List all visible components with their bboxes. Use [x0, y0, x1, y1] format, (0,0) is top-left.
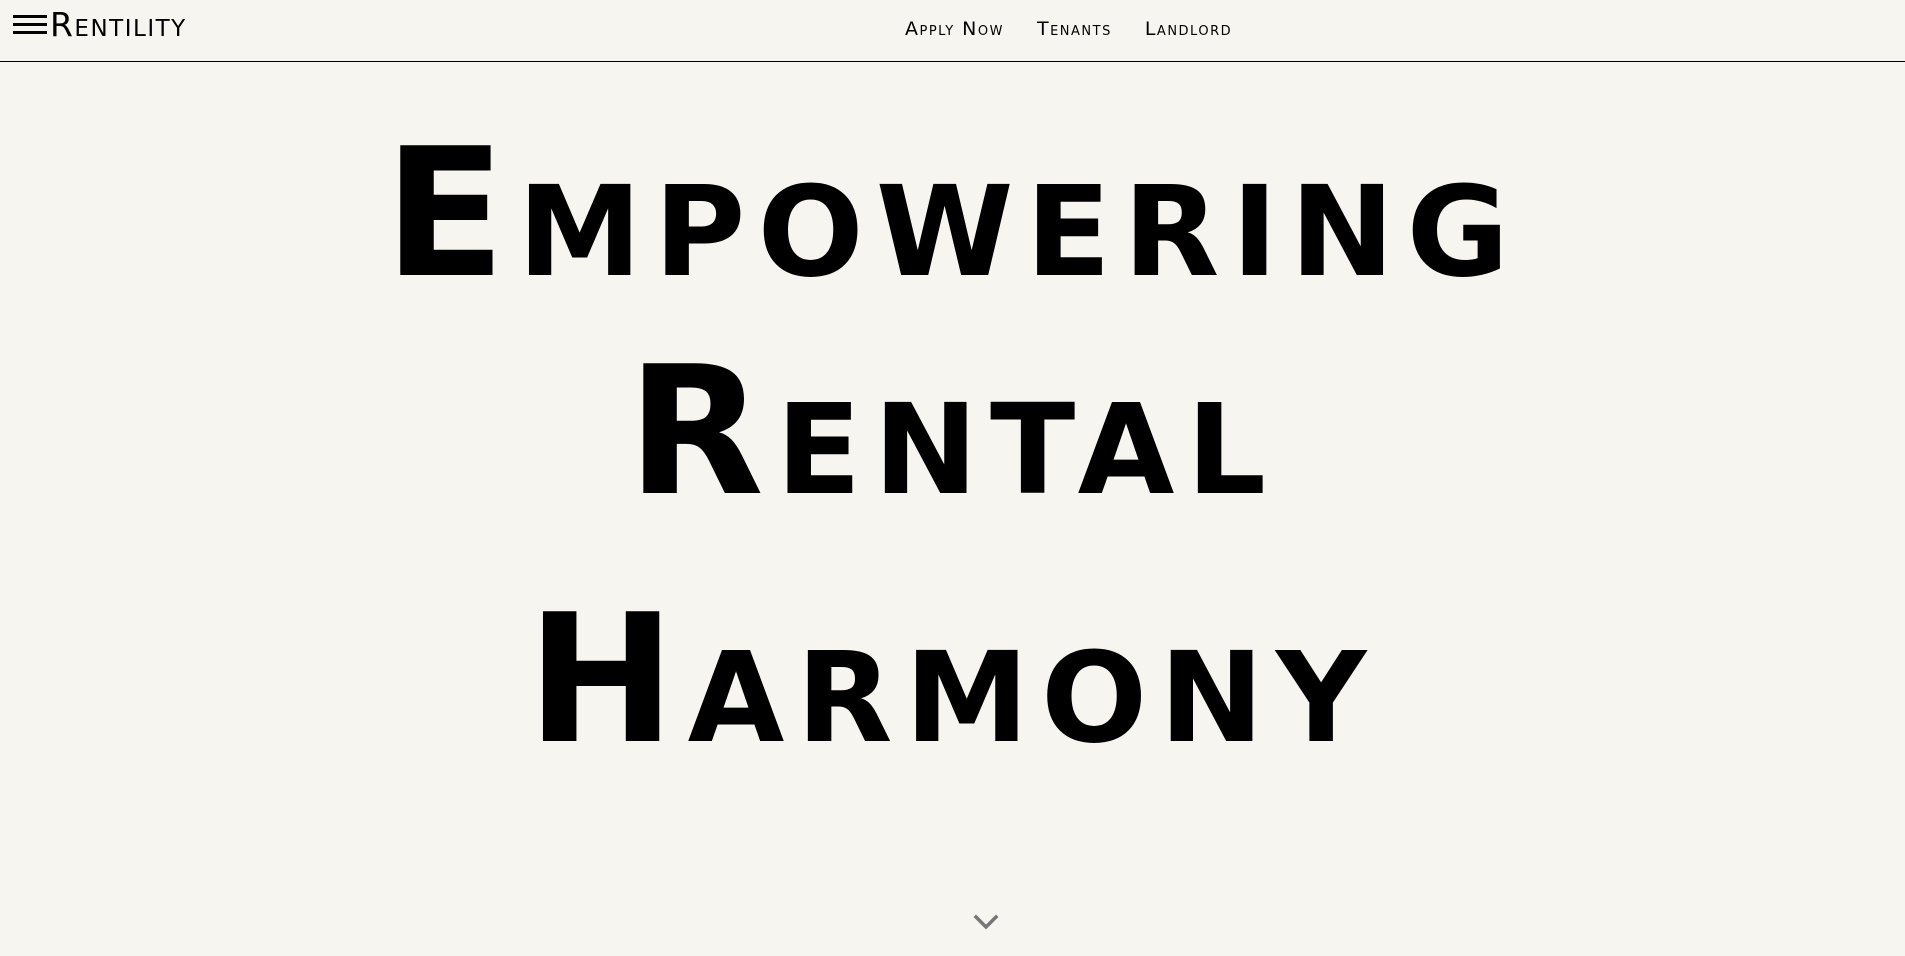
hero-heading-line-2: Rental — [626, 328, 1279, 535]
hamburger-menu-icon[interactable] — [13, 14, 47, 36]
nav-tenants[interactable]: Tenants — [1037, 18, 1112, 40]
chevron-down-icon[interactable] — [972, 912, 1000, 932]
hero-heading-line-3: Harmony — [526, 576, 1379, 783]
nav-apply-now[interactable]: Apply Now — [905, 18, 1004, 40]
nav-landlord[interactable]: Landlord — [1145, 18, 1232, 40]
site-header: Rentility Apply Now Tenants Landlord — [0, 0, 1905, 62]
site-logo[interactable]: Rentility — [50, 6, 187, 44]
hero-heading-line-1: Empowering — [383, 110, 1522, 317]
main-nav: Apply Now Tenants Landlord — [905, 18, 1232, 40]
